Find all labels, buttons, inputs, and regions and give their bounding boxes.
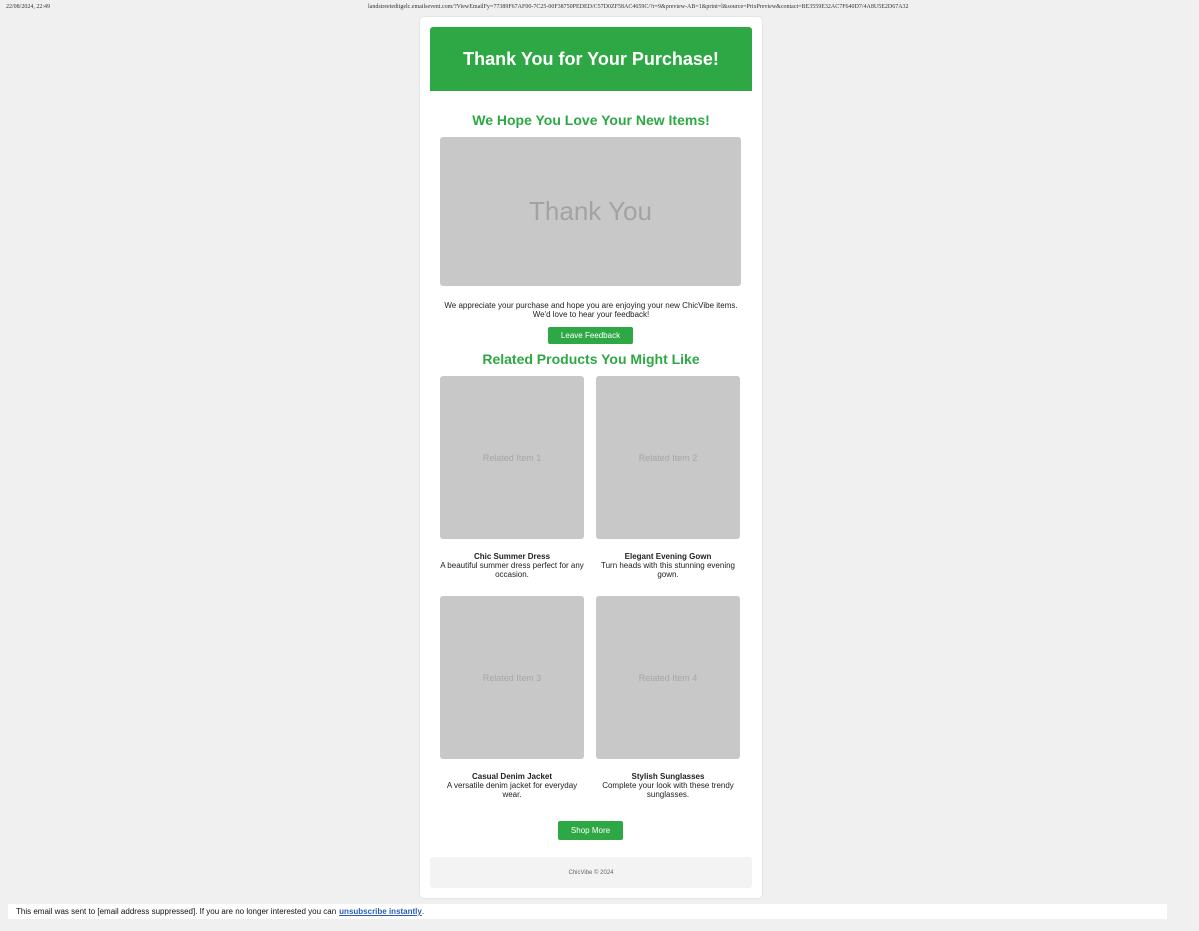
print-date: 22/08/2024, 22:49: [6, 4, 51, 10]
related-heading: Related Products You Might Like: [482, 351, 700, 367]
hero-heading: We Hope You Love Your New Items!: [472, 112, 710, 128]
email-footer: ChicVibe © 2024: [430, 857, 752, 888]
product-image-text: Related Item 3: [482, 672, 542, 683]
product-info: Stylish Sunglasses Complete your look wi…: [593, 772, 743, 799]
footer-text: ChicVibe © 2024: [568, 869, 614, 876]
product-image-text: Related Item 1: [482, 452, 542, 463]
product-name[interactable]: Casual Denim Jacket: [437, 772, 587, 781]
product-image[interactable]: Related Item 2: [596, 376, 740, 539]
header-title: Thank You for Your Purchase!: [463, 48, 719, 69]
product-info: Casual Denim Jacket A versatile denim ja…: [437, 772, 587, 799]
product-description: Turn heads with this stunning evening go…: [600, 561, 735, 579]
product-image[interactable]: Related Item 3: [440, 596, 584, 759]
product-name[interactable]: Chic Summer Dress: [437, 552, 587, 561]
product-info: Elegant Evening Gown Turn heads with thi…: [593, 552, 743, 579]
email-card: Thank You for Your Purchase! We Hope You…: [420, 17, 762, 898]
print-url: landstreeteditgelc.emailsevent.com/?View…: [368, 4, 909, 10]
product-name[interactable]: Elegant Evening Gown: [593, 552, 743, 561]
leave-feedback-button[interactable]: Leave Feedback: [548, 327, 633, 344]
product-image[interactable]: Related Item 1: [440, 376, 584, 539]
shop-more-button[interactable]: Shop More: [558, 821, 623, 840]
notice-suffix: .: [421, 907, 425, 916]
email-header: Thank You for Your Purchase!: [430, 27, 752, 91]
product-image[interactable]: Related Item 4: [596, 596, 740, 759]
unsubscribe-notice: This email was sent to [email address su…: [8, 904, 1167, 919]
product-description: A beautiful summer dress perfect for any…: [440, 561, 584, 579]
browser-print-header: 22/08/2024, 22:49 landstreeteditgelc.ema…: [0, 0, 1199, 14]
product-image-text: Related Item 4: [638, 672, 698, 683]
notice-text: This email was sent to [email address su…: [16, 907, 337, 916]
product-image-text: Related Item 2: [638, 452, 698, 463]
hero-image-text: Thank You: [529, 196, 652, 226]
product-info: Chic Summer Dress A beautiful summer dre…: [437, 552, 587, 579]
product-description: A versatile denim jacket for everyday we…: [446, 781, 578, 799]
unsubscribe-link[interactable]: unsubscribe instantly: [339, 907, 422, 916]
hero-image: Thank You: [440, 137, 741, 286]
product-description: Complete your look with these trendy sun…: [602, 781, 734, 799]
product-name[interactable]: Stylish Sunglasses: [593, 772, 743, 781]
intro-text: We appreciate your purchase and hope you…: [444, 301, 738, 319]
